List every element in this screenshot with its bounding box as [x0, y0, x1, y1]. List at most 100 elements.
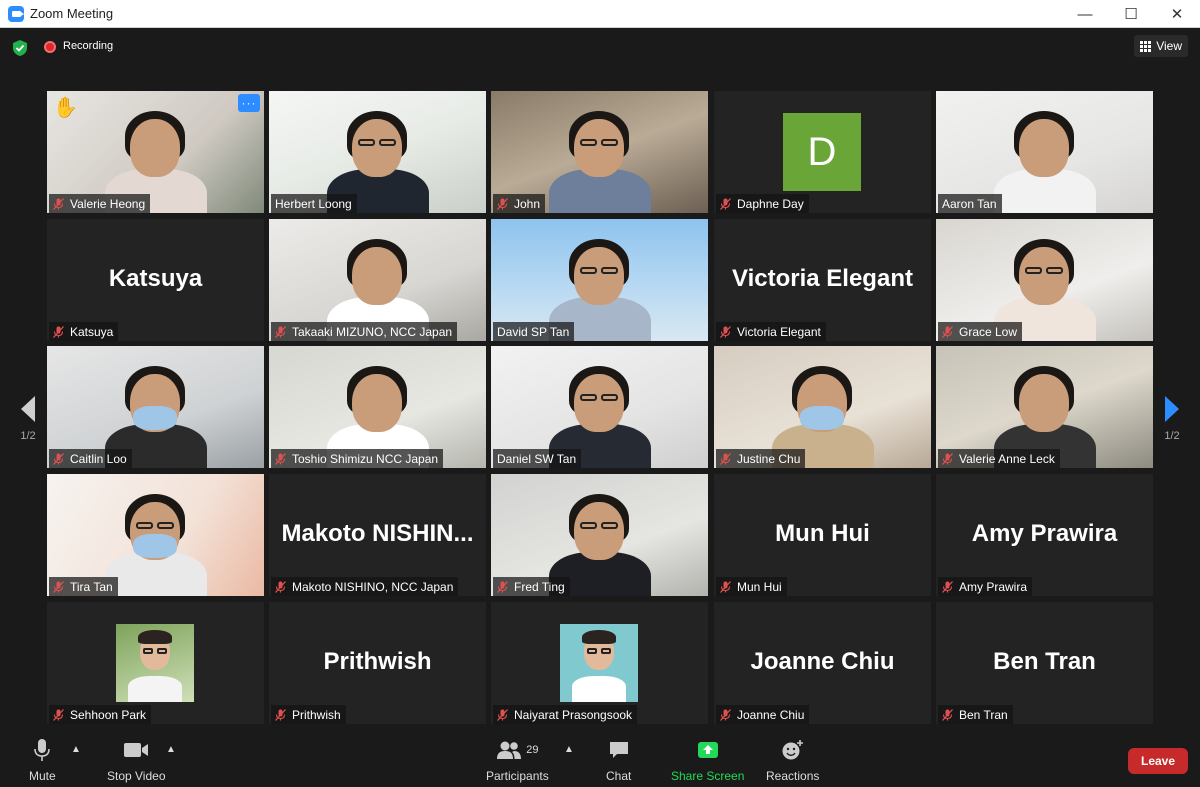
smiley-plus-icon: [781, 738, 805, 762]
participant-tile[interactable]: David SP Tan: [491, 219, 708, 341]
avatar: D: [783, 113, 861, 191]
participant-tile[interactable]: Joanne Chiu Joanne Chiu: [714, 602, 931, 724]
participants-count: 29: [526, 744, 539, 756]
participant-name: Daniel SW Tan: [497, 451, 577, 466]
participant-name: Toshio Shimizu NCC Japan: [292, 451, 439, 466]
participant-name: Valerie Anne Leck: [959, 451, 1055, 466]
participant-name-label: Toshio Shimizu NCC Japan: [271, 449, 444, 468]
tile-more-options-button[interactable]: ···: [238, 94, 260, 112]
view-button[interactable]: View: [1134, 35, 1188, 57]
participant-name-label: Valerie Anne Leck: [938, 449, 1060, 468]
share-screen-button[interactable]: Share Screen: [671, 738, 744, 783]
prev-page-button[interactable]: 1/2: [10, 366, 46, 450]
view-label: View: [1156, 39, 1182, 53]
share-screen-label: Share Screen: [671, 769, 745, 783]
mic-muted-icon: [497, 708, 508, 721]
participant-tile[interactable]: Prithwish Prithwish: [269, 602, 486, 724]
participant-name-label: Herbert Loong: [271, 194, 357, 213]
participant-name-label: Daniel SW Tan: [493, 449, 582, 468]
mic-muted-icon: [720, 325, 731, 338]
participant-name-label: Grace Low: [938, 322, 1023, 341]
share-screen-icon: [697, 738, 719, 762]
minimize-icon[interactable]: —: [1062, 0, 1108, 28]
participant-name: Katsuya: [70, 324, 114, 339]
participants-options-chevron-icon[interactable]: ▲: [564, 744, 574, 755]
participant-tile[interactable]: Daniel SW Tan: [491, 346, 708, 468]
participant-tile[interactable]: Toshio Shimizu NCC Japan: [269, 346, 486, 468]
participant-tile[interactable]: Naiyarat Prasongsook: [491, 602, 708, 724]
mic-muted-icon: [53, 708, 64, 721]
shield-icon[interactable]: [12, 39, 28, 57]
participant-name: Grace Low: [959, 324, 1018, 339]
participant-tile[interactable]: John: [491, 91, 708, 213]
participant-name-label: Daphne Day: [716, 194, 809, 213]
participant-tile[interactable]: D Daphne Day: [714, 91, 931, 213]
participant-name: Joanne Chiu: [737, 707, 805, 722]
participant-name-label: Justine Chu: [716, 449, 806, 468]
zoom-window: Zoom Meeting — ☐ ✕ Recording View ✋ ··· Va…: [0, 0, 1200, 787]
participant-name-label: Ben Tran: [938, 705, 1013, 724]
mute-label: Mute: [29, 769, 56, 783]
participant-name-label: Naiyarat Prasongsook: [493, 705, 638, 724]
mic-muted-icon: [275, 708, 286, 721]
participant-tile[interactable]: ✋ ··· Valerie Heong: [47, 91, 264, 213]
participant-name-label: David SP Tan: [493, 322, 575, 341]
participant-tile[interactable]: Herbert Loong: [269, 91, 486, 213]
participant-name: Mun Hui: [737, 579, 782, 594]
mic-muted-icon: [942, 580, 953, 593]
leave-button[interactable]: Leave: [1128, 748, 1188, 774]
mic-muted-icon: [53, 325, 64, 338]
participant-tile[interactable]: Grace Low: [936, 219, 1153, 341]
mic-muted-icon: [275, 325, 286, 338]
participant-name-label: Tira Tan: [49, 577, 118, 596]
participant-tile[interactable]: Amy Prawira Amy Prawira: [936, 474, 1153, 596]
mic-muted-icon: [720, 580, 731, 593]
participant-display-name: Prithwish: [323, 648, 432, 675]
participant-tile[interactable]: Ben Tran Ben Tran: [936, 602, 1153, 724]
mic-muted-icon: [720, 452, 731, 465]
participant-tile[interactable]: Makoto NISHIN... Makoto NISHINO, NCC Japa…: [269, 474, 486, 596]
participant-tile[interactable]: Valerie Anne Leck: [936, 346, 1153, 468]
participant-tile[interactable]: Tira Tan: [47, 474, 264, 596]
stop-video-button[interactable]: Stop Video: [107, 738, 166, 783]
participant-tile[interactable]: Mun Hui Mun Hui: [714, 474, 931, 596]
mic-muted-icon: [942, 452, 953, 465]
window-title: Zoom Meeting: [30, 6, 114, 21]
participant-tile[interactable]: Justine Chu: [714, 346, 931, 468]
participants-button[interactable]: 29 Participants: [486, 738, 549, 783]
mic-muted-icon: [53, 580, 64, 593]
participant-tile[interactable]: Takaaki MIZUNO, NCC Japan: [269, 219, 486, 341]
participant-name: Justine Chu: [737, 451, 801, 466]
mic-muted-icon: [942, 325, 953, 338]
video-options-chevron-icon[interactable]: ▲: [166, 744, 176, 755]
participant-tile[interactable]: Aaron Tan: [936, 91, 1153, 213]
participant-name-label: Katsuya: [49, 322, 119, 341]
title-bar: Zoom Meeting — ☐ ✕: [0, 0, 1200, 28]
participant-name: Takaaki MIZUNO, NCC Japan: [292, 324, 453, 339]
mic-muted-icon: [275, 452, 286, 465]
participant-name-label: Valerie Heong: [49, 194, 151, 213]
maximize-icon[interactable]: ☐: [1108, 0, 1154, 28]
chat-bubble-icon: [608, 738, 630, 762]
participant-name-label: Caitlin Loo: [49, 449, 132, 468]
mic-muted-icon: [942, 708, 953, 721]
close-icon[interactable]: ✕: [1154, 0, 1200, 28]
audio-options-chevron-icon[interactable]: ▲: [71, 744, 81, 755]
next-page-button[interactable]: 1/2: [1154, 366, 1190, 450]
participant-tile[interactable]: Katsuya Katsuya: [47, 219, 264, 341]
chat-button[interactable]: Chat: [606, 738, 631, 783]
participant-name: Victoria Elegant: [737, 324, 821, 339]
reactions-button[interactable]: Reactions: [766, 738, 819, 783]
participant-tile[interactable]: Caitlin Loo: [47, 346, 264, 468]
stop-video-label: Stop Video: [107, 769, 166, 783]
participant-tile[interactable]: Sehhoon Park: [47, 602, 264, 724]
participant-tile[interactable]: Victoria Elegant Victoria Elegant: [714, 219, 931, 341]
reactions-label: Reactions: [766, 769, 820, 783]
mute-button[interactable]: Mute: [29, 738, 56, 783]
mic-muted-icon: [497, 197, 508, 210]
meeting-top-bar: Recording View: [0, 29, 1200, 65]
participant-name-label: Sehhoon Park: [49, 705, 152, 724]
page-indicator-right: 1/2: [1164, 430, 1180, 442]
participant-tile[interactable]: Fred Ting: [491, 474, 708, 596]
video-camera-icon: [123, 738, 149, 762]
